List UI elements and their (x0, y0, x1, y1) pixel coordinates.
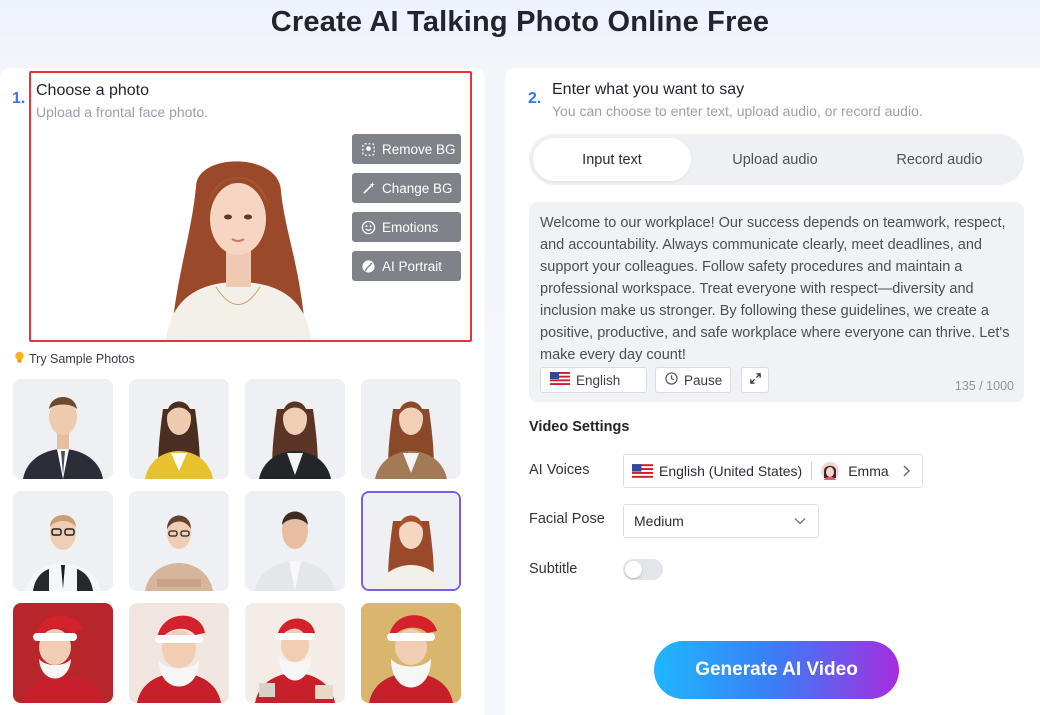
video-settings-title: Video Settings (529, 419, 630, 435)
sample-photo-4[interactable] (361, 379, 461, 479)
language-button[interactable]: English (540, 367, 647, 393)
choose-photo-title: Choose a photo (36, 82, 149, 99)
ai-voices-label: AI Voices (529, 462, 590, 478)
page-title: Create AI Talking Photo Online Free (270, 6, 770, 38)
subtitle-label: Subtitle (529, 561, 578, 577)
sample-photo-7[interactable] (245, 491, 345, 591)
sample-photo-5[interactable] (13, 491, 113, 591)
language-label: English (576, 372, 621, 388)
enter-text-subtitle: You can choose to enter text, upload aud… (552, 103, 923, 119)
step-number-2: 2. (528, 90, 542, 107)
photo-upload-area[interactable]: Choose a photo Upload a frontal face pho… (29, 71, 472, 342)
voice-language: English (United States) (659, 463, 803, 479)
chevron-right-icon (902, 465, 910, 477)
change-bg-button[interactable]: Change BG (352, 173, 461, 203)
ai-portrait-label: AI Portrait (382, 258, 443, 274)
subtitle-toggle[interactable] (623, 559, 663, 580)
tab-upload-audio[interactable]: Upload audio (691, 138, 859, 181)
magic-wand-icon (360, 180, 376, 196)
toggle-knob (625, 561, 642, 578)
sample-photo-11[interactable] (245, 603, 345, 703)
facial-pose-dropdown[interactable]: Medium (623, 504, 819, 538)
step-number-1: 1. (12, 90, 26, 107)
portrait-icon (360, 258, 376, 274)
input-mode-tabs: Input text Upload audio Record audio (529, 134, 1024, 185)
remove-bg-icon (360, 141, 376, 157)
us-flag-icon (550, 372, 570, 388)
choose-photo-subtitle: Upload a frontal face photo. (36, 104, 209, 120)
sample-photo-2[interactable] (129, 379, 229, 479)
clock-icon (665, 372, 678, 388)
photo-panel: 1. Choose a photo Upload a frontal face … (0, 68, 485, 715)
sample-photo-8-selected[interactable] (361, 491, 461, 591)
sample-photo-12[interactable] (361, 603, 461, 703)
remove-bg-label: Remove BG (382, 141, 456, 157)
facial-pose-label: Facial Pose (529, 511, 605, 527)
tab-input-text[interactable]: Input text (533, 138, 691, 181)
try-sample-photos: Try Sample Photos (14, 351, 135, 367)
chevron-down-icon (794, 517, 806, 525)
sample-photo-9[interactable] (13, 603, 113, 703)
expand-icon (749, 372, 762, 388)
emotions-button[interactable]: Emotions (352, 212, 461, 242)
emotions-label: Emotions (382, 219, 439, 235)
tab-record-audio[interactable]: Record audio (859, 138, 1020, 181)
script-textarea[interactable]: Welcome to our workplace! Our success de… (529, 202, 1024, 402)
character-count: 135 / 1000 (954, 379, 1014, 393)
facial-pose-value: Medium (634, 513, 684, 529)
ai-voice-selector[interactable]: English (United States) Emma (623, 454, 923, 488)
remove-bg-button[interactable]: Remove BG (352, 134, 461, 164)
sample-photo-1[interactable] (13, 379, 113, 479)
change-bg-label: Change BG (382, 180, 453, 196)
enter-text-title: Enter what you want to say (552, 81, 745, 98)
uploaded-portrait (156, 147, 321, 340)
voice-divider (811, 462, 813, 480)
us-flag-icon (632, 464, 653, 478)
generate-ai-video-button[interactable]: Generate AI Video (654, 641, 899, 699)
pause-label: Pause (684, 372, 723, 388)
script-text[interactable]: Welcome to our workplace! Our success de… (540, 212, 1015, 366)
voice-avatar (821, 462, 840, 480)
voice-name: Emma (848, 463, 889, 479)
sample-photo-3[interactable] (245, 379, 345, 479)
sample-photo-10[interactable] (129, 603, 229, 703)
script-panel: 2. Enter what you want to say You can ch… (505, 68, 1040, 715)
lightbulb-icon (14, 351, 25, 367)
pause-button[interactable]: Pause (655, 367, 731, 393)
sample-photos-label: Try Sample Photos (29, 352, 135, 366)
ai-portrait-button[interactable]: AI Portrait (352, 251, 461, 281)
sample-photo-6[interactable] (129, 491, 229, 591)
expand-button[interactable] (741, 367, 769, 393)
smiley-icon (360, 219, 376, 235)
